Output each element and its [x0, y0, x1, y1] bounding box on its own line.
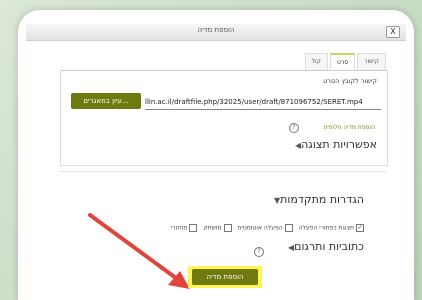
tab-audio[interactable]: קול: [304, 53, 328, 70]
subtitles-label: כתוביות ותרגום: [294, 240, 364, 253]
add-media-button[interactable]: הוספת מדיה: [192, 269, 258, 285]
red-arrow-annotation: [88, 213, 190, 289]
dialog-titlebar: הוספת מדיה X: [26, 24, 406, 41]
close-button[interactable]: X: [386, 26, 400, 38]
tab-link[interactable]: קישור: [357, 53, 386, 70]
add-button-highlight: הוספת מדיה: [188, 266, 262, 288]
display-options-label: אפשרויות תצוגה: [301, 138, 377, 151]
video-link-label: קישור לקובץ הסרט: [323, 77, 377, 85]
browse-repositories-button[interactable]: עיון במאגרים...: [71, 93, 141, 109]
advanced-settings-section[interactable]: הגדרות מתקדמות▼: [270, 193, 364, 206]
subtitles-section[interactable]: כתוביות ותרגום◀: [284, 240, 364, 253]
video-url-input[interactable]: llin.ac.il/draftfile.php/32025/user/draf…: [145, 95, 381, 110]
alt-media-link[interactable]: הוספת מדיה חלופית: [323, 124, 375, 131]
display-options-section[interactable]: אפשרויות תצוגה◀: [291, 138, 377, 151]
checkbox-icon: [223, 224, 232, 232]
option-autoplay[interactable]: הפעלה אוטומטית: [238, 224, 293, 232]
advanced-settings-label: הגדרות מתקדמות: [280, 193, 364, 206]
paper-frame: הוספת מדיה X קישור סרט קול קישור לקובץ ה…: [18, 10, 414, 300]
option-controls[interactable]: ✓תצוגת כפתורי הפעלה: [299, 224, 364, 232]
option-muted[interactable]: מושתק: [203, 224, 232, 232]
tab-video[interactable]: סרט: [329, 53, 356, 71]
help-icon[interactable]: ?: [289, 123, 299, 133]
dialog-title: הוספת מדיה: [197, 26, 235, 34]
dialog-body: קישור סרט קול קישור לקובץ הסרט llin.ac.i…: [26, 41, 406, 300]
checkbox-checked-icon: ✓: [356, 224, 364, 232]
help-icon[interactable]: ?: [254, 247, 264, 257]
checkbox-icon: [284, 224, 293, 232]
divider: [60, 171, 386, 172]
playback-options: ✓תצוגת כפתורי הפעלה הפעלה אוטומטית מושתק…: [171, 224, 364, 232]
tab-bar: קישור סרט קול: [303, 53, 386, 71]
video-panel: קישור לקובץ הסרט llin.ac.il/draftfile.ph…: [60, 70, 388, 166]
